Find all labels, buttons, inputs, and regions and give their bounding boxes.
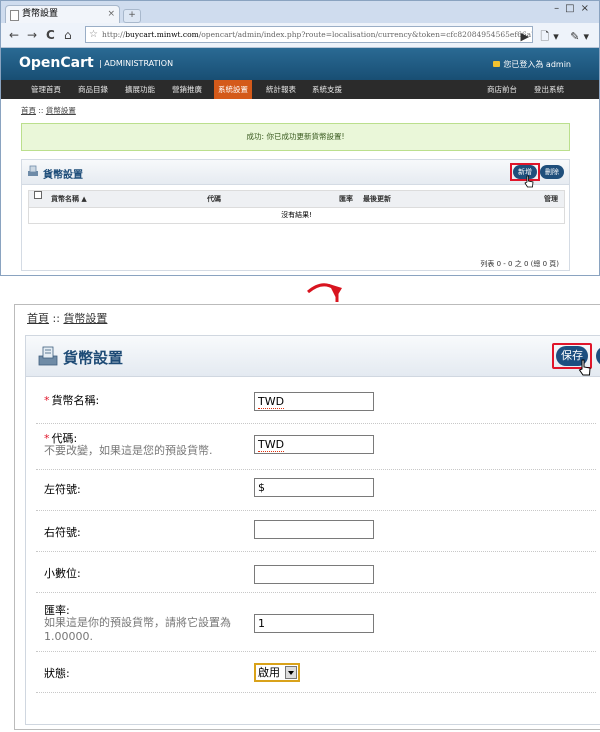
label-title: 貨幣名稱: — [51, 394, 100, 407]
breadcrumb: 首頁 :: 貨幣設置 — [21, 105, 76, 116]
lock-icon — [493, 61, 501, 67]
required-icon: * — [44, 394, 50, 407]
browser-window: 貨幣設置 × + –□× ← → C ⌂ ☆ http://buycart.mi… — [0, 0, 600, 276]
reload-icon[interactable]: C — [46, 28, 55, 42]
page-icon — [10, 10, 19, 21]
column-title[interactable]: 貨幣名稱 ▲ — [51, 191, 87, 207]
breadcrumb-home[interactable]: 首頁 — [21, 106, 36, 115]
code-input[interactable]: TWD — [254, 435, 374, 454]
cancel-button[interactable] — [596, 346, 600, 366]
column-date-modified[interactable]: 最後更新 — [363, 191, 391, 207]
delete-button[interactable]: 刪除 — [540, 165, 564, 179]
breadcrumb-currency[interactable]: 貨幣設置 — [63, 312, 107, 325]
admin-header: OpenCart | ADMINISTRATION 您已登入為 admin — [1, 48, 599, 80]
menu-item-help[interactable]: 系統支援 — [312, 80, 342, 99]
page-icon: ☆ — [89, 29, 98, 40]
breadcrumb-home[interactable]: 首頁 — [27, 312, 49, 325]
currency-table: 貨幣名稱 ▲ 代碼 匯率 最後更新 管理 沒有結果! — [28, 190, 565, 224]
form-title: 貨幣設置 — [63, 349, 124, 367]
forward-icon[interactable]: → — [27, 28, 37, 42]
form-heading: 貨幣設置 保存 — [26, 336, 600, 377]
opencart-logo[interactable]: OpenCart — [19, 55, 94, 71]
form-row-code: * 代碼: 不要改變，如果這是您的預設貨幣. TWD — [36, 424, 596, 470]
chevron-down-icon[interactable] — [285, 666, 297, 679]
payment-icon — [38, 346, 58, 366]
login-status: 您已登入為 admin — [493, 59, 571, 70]
form-row-value: 匯率: 如果這是你的預設貨幣，請將它設置為1.00000. 1 — [36, 593, 596, 652]
url-prefix: http:// — [102, 30, 126, 39]
value-input[interactable]: 1 — [254, 614, 374, 633]
status-select[interactable]: 啟用 — [254, 663, 300, 682]
label-symbol-right: 右符號: — [44, 526, 81, 539]
back-icon[interactable]: ← — [9, 28, 19, 42]
close-tab-icon[interactable]: × — [107, 6, 115, 22]
input-value: TWD — [258, 395, 285, 409]
symbol-right-input[interactable] — [254, 520, 374, 539]
currency-list-box: 貨幣設置 新增 刪除 貨幣名稱 ▲ 代碼 匯率 最後更新 管理 沒有結果! 列表… — [21, 159, 570, 271]
success-message: 成功: 你已成功更新貨幣設置! — [21, 123, 570, 151]
label-decimal-place: 小數位: — [44, 567, 81, 580]
tab-strip: 貨幣設置 × + –□× — [1, 1, 599, 23]
field-help: 如果這是你的預設貨幣，請將它設置為1.00000. — [44, 616, 231, 643]
table-header: 貨幣名稱 ▲ 代碼 匯率 最後更新 管理 — [29, 191, 564, 208]
form-row-decimal-place: 小數位: — [36, 552, 596, 593]
menu-item-extensions[interactable]: 擴展功能 — [125, 80, 155, 99]
admin-subtitle: | ADMINISTRATION — [99, 59, 174, 68]
form-row-status: 狀態: 啟用 — [36, 652, 596, 693]
symbol-left-input[interactable]: $ — [254, 478, 374, 497]
new-tab-button[interactable]: + — [123, 9, 141, 23]
decimal-place-input[interactable] — [254, 565, 374, 584]
no-results: 沒有結果! — [281, 211, 312, 219]
payment-icon — [28, 165, 38, 176]
form-row-symbol-left: 左符號: $ — [36, 470, 596, 511]
menu-item-system[interactable]: 系統設置 — [214, 80, 252, 99]
browser-toolbar: ← → C ⌂ ☆ http://buycart.minwt.com/openc… — [1, 23, 599, 48]
menu-item-marketing[interactable]: 營銷推廣 — [172, 80, 202, 99]
form-breadcrumb: 首頁 :: 貨幣設置 — [27, 310, 107, 326]
url-host: buycart.minwt.com — [125, 30, 199, 39]
menu-item-storefront[interactable]: 商店前台 — [487, 80, 517, 99]
column-action: 管理 — [544, 195, 558, 203]
label-status: 狀態: — [44, 667, 70, 680]
pagination: 列表 0 - 0 之 0 (總 0 頁) — [480, 260, 559, 268]
url-bar[interactable]: ☆ http://buycart.minwt.com/opencart/admi… — [85, 26, 533, 43]
browser-tab[interactable]: 貨幣設置 × — [5, 5, 120, 23]
form-row-symbol-right: 右符號: — [36, 511, 596, 552]
url-path: /opencart/admin/index.php?route=localisa… — [198, 30, 533, 39]
field-help: 不要改變，如果這是您的預設貨幣. — [44, 444, 213, 457]
currency-form-screenshot: 首頁 :: 貨幣設置 貨幣設置 保存 * 貨幣名稱: TWD * 代碼: 不要改… — [14, 304, 600, 730]
form-row-title: * 貨幣名稱: TWD — [36, 386, 596, 424]
tab-title: 貨幣設置 — [22, 9, 59, 19]
menu-item-catalog[interactable]: 商品目錄 — [78, 80, 108, 99]
list-title: 貨幣設置 — [43, 170, 83, 181]
box-heading: 貨幣設置 新增 刪除 — [22, 160, 569, 188]
window-controls[interactable]: –□× — [554, 3, 595, 14]
menu-item-logout[interactable]: 登出系統 — [534, 80, 564, 99]
label-symbol-left: 左符號: — [44, 483, 81, 496]
menu-item-dashboard[interactable]: 管理首頁 — [31, 80, 61, 99]
column-code[interactable]: 代碼 — [207, 191, 221, 207]
hand-cursor-icon — [578, 359, 591, 376]
hand-cursor-icon — [524, 175, 534, 188]
input-value: TWD — [258, 438, 285, 452]
currency-form-box: 貨幣設置 保存 * 貨幣名稱: TWD * 代碼: 不要改變，如果這是您的預設貨幣.… — [25, 335, 600, 725]
column-value[interactable]: 匯率 — [339, 191, 353, 207]
login-text: 您已登入為 admin — [503, 60, 571, 69]
admin-menu: 管理首頁 商品目錄 擴展功能 營銷推廣 系統設置 統計報表 系統支援 商店前台 … — [1, 80, 599, 99]
select-all-checkbox[interactable] — [34, 191, 42, 199]
select-value: 啟用 — [258, 666, 280, 679]
home-icon[interactable]: ⌂ — [64, 28, 72, 42]
breadcrumb-currency[interactable]: 貨幣設置 — [46, 106, 76, 115]
title-input[interactable]: TWD — [254, 392, 374, 411]
breadcrumb-separator: :: — [52, 312, 60, 325]
menu-item-reports[interactable]: 統計報表 — [266, 80, 296, 99]
field-label: * 貨幣名稱: — [44, 392, 99, 408]
browser-tools[interactable]: ▶ 🗋▾ ✎▾ — [520, 28, 593, 47]
breadcrumb-separator: :: — [38, 106, 44, 115]
